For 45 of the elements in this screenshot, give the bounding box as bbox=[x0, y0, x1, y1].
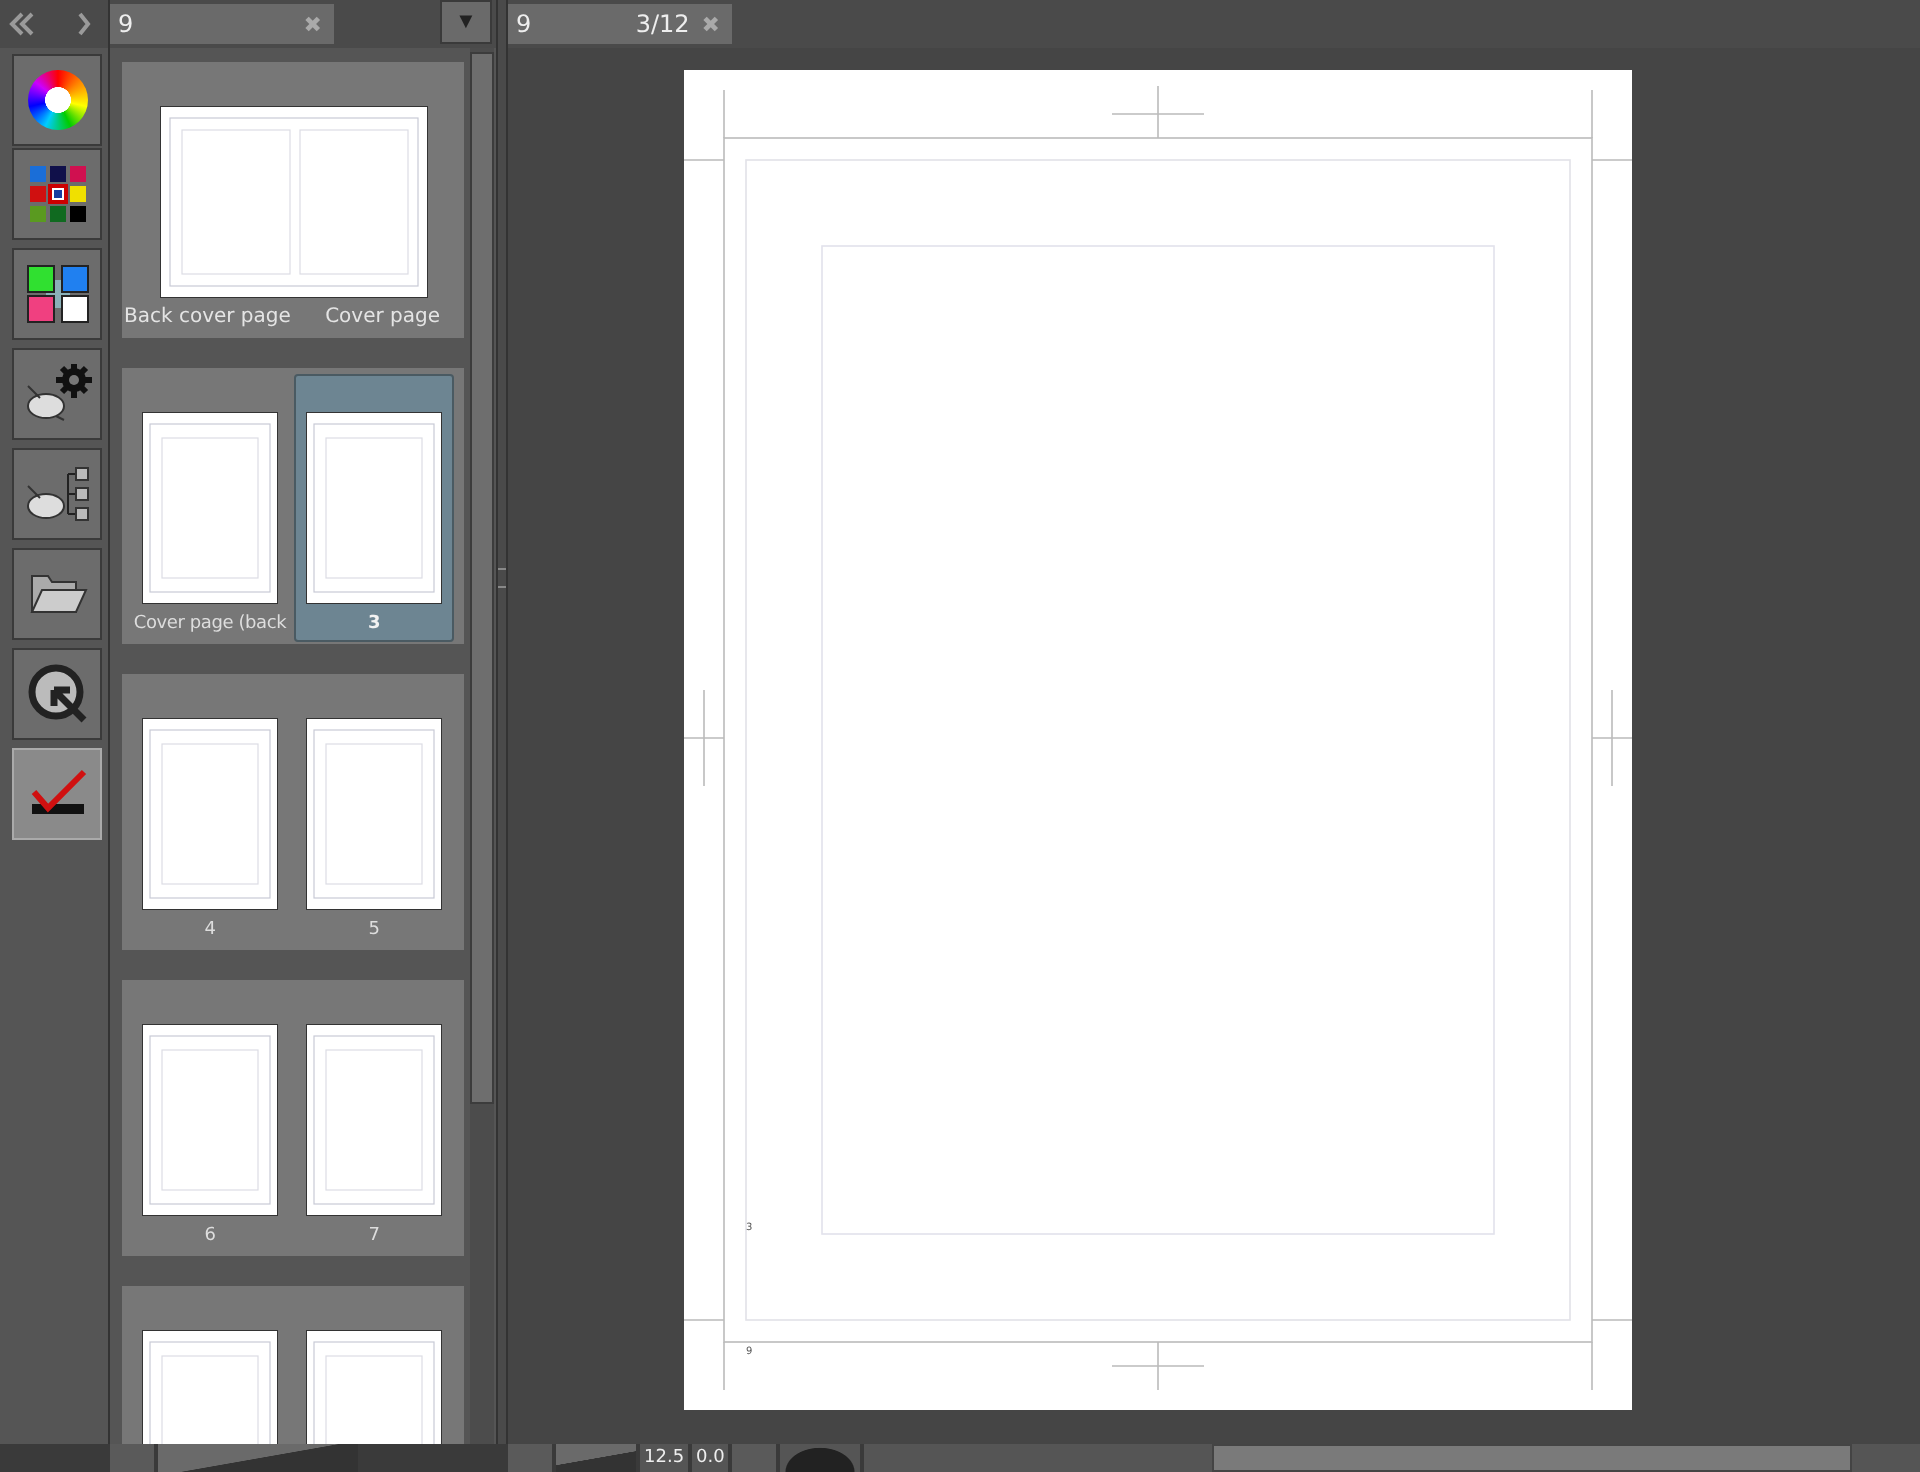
page-label: Cover page (back bbox=[133, 614, 287, 634]
page-label: 4 bbox=[204, 920, 216, 940]
page-label: 5 bbox=[368, 920, 380, 940]
scrollbar-thumb[interactable] bbox=[1212, 1444, 1853, 1472]
page-slot[interactable]: 5 bbox=[294, 680, 454, 948]
color-set-button[interactable] bbox=[12, 148, 102, 240]
page-label: Back cover page bbox=[124, 306, 291, 328]
rotation-value[interactable]: 0.0 bbox=[692, 1444, 729, 1472]
folder-icon bbox=[27, 570, 87, 618]
panel-tab[interactable]: 9 ✖ bbox=[110, 4, 334, 44]
color-squares-icon bbox=[25, 264, 89, 324]
page-slot[interactable]: 6 bbox=[130, 986, 290, 1254]
gear-icon bbox=[23, 364, 91, 424]
page-label: 7 bbox=[368, 1226, 380, 1246]
tree-icon bbox=[23, 464, 91, 524]
page-label: 6 bbox=[204, 1226, 216, 1246]
color-wheel-icon bbox=[27, 70, 87, 130]
zoom-value[interactable]: 12.5 bbox=[640, 1444, 689, 1472]
panel-menu-button[interactable]: ▼ bbox=[440, 0, 492, 44]
page-slot[interactable]: 4 bbox=[130, 680, 290, 948]
page-slot[interactable]: Cover page (back bbox=[130, 374, 290, 642]
color-mix-button[interactable] bbox=[12, 248, 102, 340]
ramp-icon bbox=[556, 1444, 636, 1472]
navigator-icon bbox=[25, 662, 89, 726]
check-button[interactable] bbox=[12, 748, 102, 840]
collapse-icon[interactable] bbox=[8, 10, 36, 38]
selected-page[interactable]: 3 bbox=[294, 374, 454, 642]
ramp-icon bbox=[158, 1444, 358, 1472]
page-slot[interactable]: 7 bbox=[294, 986, 454, 1254]
spread-card[interactable]: Cover page (back 3 bbox=[120, 366, 466, 646]
folder-button[interactable] bbox=[12, 548, 102, 640]
color-wheel-button[interactable] bbox=[12, 54, 102, 146]
scrollbar-thumb[interactable] bbox=[470, 52, 494, 1104]
spread-card[interactable]: Back cover page Cover page bbox=[120, 60, 466, 340]
spread-card[interactable]: 6 7 bbox=[120, 978, 466, 1258]
tree-button[interactable] bbox=[12, 448, 102, 540]
settings-button[interactable] bbox=[12, 348, 102, 440]
rotation-dial-icon[interactable] bbox=[780, 1444, 861, 1472]
spread-card[interactable]: 4 5 bbox=[120, 672, 466, 952]
color-swatches-icon bbox=[27, 164, 87, 224]
expand-icon[interactable] bbox=[76, 10, 92, 38]
page-label: 3 bbox=[367, 614, 381, 634]
navigator-button[interactable] bbox=[12, 648, 102, 740]
page-label: Cover page bbox=[325, 306, 440, 328]
document-tab[interactable]: 9 3/12 ✖ bbox=[508, 4, 732, 44]
